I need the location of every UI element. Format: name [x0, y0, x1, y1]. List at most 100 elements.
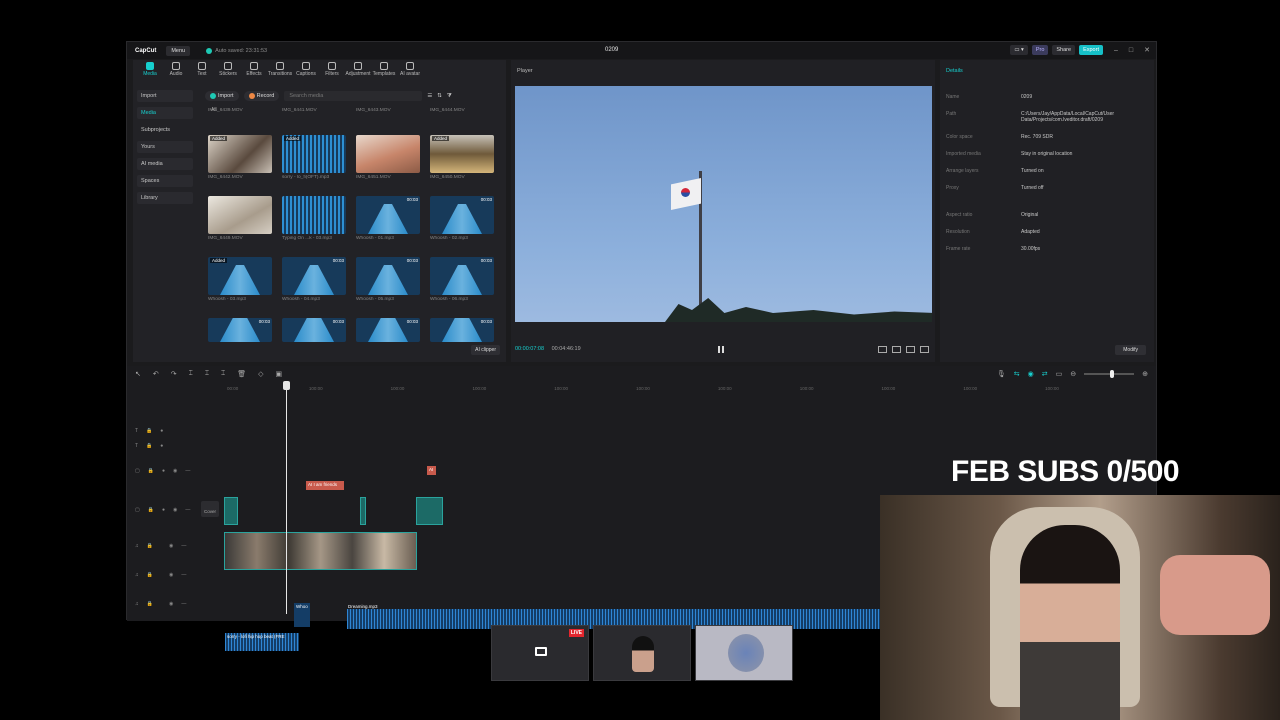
marker-icon[interactable]: ◇	[258, 370, 263, 378]
maximize-icon[interactable]: □	[1129, 47, 1133, 54]
view-toggle-icon[interactable]: ☰	[427, 93, 432, 99]
modify-button[interactable]: Modify	[1115, 345, 1146, 355]
video-clip[interactable]	[360, 497, 366, 525]
media-item[interactable]: 00:03	[430, 318, 494, 342]
media-item[interactable]: 00:03	[208, 318, 272, 342]
audio-clip[interactable]: Whoo	[294, 603, 310, 627]
tool-stickers[interactable]: Stickers	[215, 60, 241, 82]
scene-screen[interactable]: LIVE	[491, 625, 589, 681]
detail-row: Resolution Adapted	[946, 229, 1040, 235]
detail-row: Frame rate 30.00fps	[946, 246, 1041, 252]
select-tool-icon[interactable]: ↖	[135, 370, 141, 378]
audio-clip[interactable]: sorry - lofi hip hop beat (FRE	[225, 633, 299, 651]
preview-quality-icon[interactable]	[878, 346, 887, 353]
text-clip[interactable]: AI	[427, 466, 436, 475]
snapshot-icon[interactable]	[892, 346, 901, 353]
tool-filters[interactable]: Filters	[319, 60, 345, 82]
mic-icon[interactable]: 🎙	[997, 370, 1006, 378]
zoom-in-icon[interactable]: ⊕	[1142, 370, 1148, 378]
sort-icon[interactable]: ⇅	[437, 93, 442, 99]
zoom-slider[interactable]	[1084, 370, 1135, 378]
media-item[interactable]: Typing On ...k - 03.mp3	[282, 196, 346, 241]
redo-icon[interactable]: ↷	[171, 370, 177, 378]
delete-icon[interactable]: 🗑	[237, 370, 246, 378]
filter-icon[interactable]: ⧩	[447, 93, 452, 100]
tool-text[interactable]: Text	[189, 60, 215, 82]
ratio-icon[interactable]	[906, 346, 915, 353]
minimize-icon[interactable]: –	[1114, 47, 1118, 54]
record-icon	[248, 93, 255, 99]
media-item[interactable]: 00:03 Whoosh - 04.mp3	[282, 257, 346, 302]
tool-transitions[interactable]: Transitions	[267, 60, 293, 82]
main-video-track[interactable]	[224, 532, 417, 570]
sidebar-item-media[interactable]: Media	[137, 107, 193, 119]
split-icon[interactable]: ⌶	[189, 370, 193, 378]
video-preview[interactable]	[515, 86, 932, 322]
video-clip[interactable]	[416, 497, 443, 525]
media-item[interactable]: 00:03	[356, 318, 420, 342]
timeline-ruler: 00:00 100:00 100:00 100:00 100:00 100:00 100:0…	[227, 386, 1059, 391]
templates-icon	[380, 62, 388, 70]
import-button[interactable]: Import	[205, 91, 239, 101]
delete-left-icon[interactable]: ⌶	[205, 370, 209, 378]
sidebar-item-library[interactable]: Library	[137, 192, 193, 204]
layout-icon[interactable]: ▭ ▾	[1010, 45, 1028, 55]
player-timecode: 00:00:07:08 00:04:46:19	[515, 346, 581, 352]
preview-axis-icon[interactable]: ⇄	[1042, 370, 1048, 378]
webcam-person	[1020, 525, 1120, 720]
scene-camera[interactable]	[593, 625, 691, 681]
undo-icon[interactable]: ↶	[153, 370, 159, 378]
delete-right-icon[interactable]: ⌶	[221, 370, 225, 378]
record-button[interactable]: Record	[243, 91, 280, 101]
tool-effects[interactable]: Effects	[241, 60, 267, 82]
media-item[interactable]: 00:03 Whoosh - 05.mp3	[356, 257, 420, 302]
pause-icon[interactable]	[718, 346, 724, 353]
media-search-input[interactable]: Search media	[284, 91, 423, 101]
media-item[interactable]: IMG_6449.MOV	[208, 196, 272, 241]
crop-icon[interactable]: ▣	[276, 370, 283, 378]
tool-adjustment[interactable]: Adjustment	[345, 60, 371, 82]
media-item[interactable]: Added sorry - lo_fi(OFT).mp3	[282, 135, 346, 180]
close-icon[interactable]: ✕	[1144, 46, 1150, 54]
share-button[interactable]: Share	[1052, 45, 1076, 55]
media-item[interactable]: 00:03 Whoosh - 02.mp3	[430, 196, 494, 241]
tool-templates[interactable]: Templates	[371, 60, 397, 82]
webcam-feed	[880, 495, 1280, 720]
media-item[interactable]: Added IMG_6442.MOV	[208, 135, 272, 180]
tool-media[interactable]: Media	[137, 60, 163, 82]
track-header: ▢ 🔒 ● ◉ —	[135, 507, 191, 513]
snap-icon[interactable]: ◉	[1028, 370, 1034, 378]
video-clip[interactable]	[224, 497, 238, 525]
sidebar-item-spaces[interactable]: Spaces	[137, 175, 193, 187]
tool-audio[interactable]: Audio	[163, 60, 189, 82]
pro-button[interactable]: Pro	[1031, 45, 1049, 55]
text-clip[interactable]: AI I am friends	[306, 481, 344, 490]
media-item[interactable]: 00:03 Whoosh - 06.mp3	[430, 257, 494, 302]
sidebar-item-ai-media[interactable]: AI media	[137, 158, 193, 170]
caption-icon[interactable]: ▭	[1056, 370, 1063, 378]
media-item[interactable]: Added Whoosh - 03.mp3	[208, 257, 272, 302]
media-item[interactable]: IMG_6451.MOV	[356, 135, 420, 180]
media-icon	[146, 62, 154, 70]
media-item[interactable]: 00:03	[282, 318, 346, 342]
menu-button[interactable]: Menu	[166, 45, 191, 56]
ai-clipper-button[interactable]: AI clipper	[471, 345, 500, 355]
media-caption: IMG_6443.MOV	[356, 108, 391, 113]
tool-ai-avatar[interactable]: AI avatar	[397, 60, 423, 82]
tool-captions[interactable]: Captions	[293, 60, 319, 82]
cover-button[interactable]: Cover	[201, 501, 219, 517]
scene-avatar[interactable]	[695, 625, 793, 681]
zoom-out-icon[interactable]: ⊖	[1070, 370, 1076, 378]
sidebar-item-subprojects[interactable]: Subprojects	[137, 124, 193, 136]
playhead[interactable]	[283, 381, 290, 614]
link-icon[interactable]: ⇆	[1014, 370, 1020, 378]
autosave-status: Auto saved: 23:31:53	[206, 47, 267, 54]
media-item[interactable]: Added IMG_6450.MOV	[430, 135, 494, 180]
sidebar-item-yours[interactable]: Yours	[137, 141, 193, 153]
detail-row: Arrange layers Turned on	[946, 168, 1044, 174]
media-item[interactable]: 00:03 Whoosh - 01.mp3	[356, 196, 420, 241]
media-toolbar: Import Record Search media ☰ ⇅ ⧩	[205, 90, 500, 102]
sidebar-item-import[interactable]: Import	[137, 90, 193, 102]
export-button[interactable]: Export	[1079, 45, 1103, 55]
fullscreen-icon[interactable]	[920, 346, 929, 353]
